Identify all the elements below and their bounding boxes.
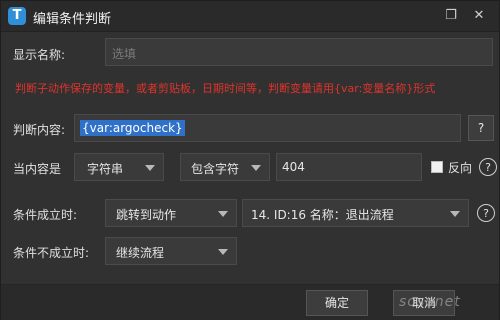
help-circle-icon[interactable]: ? bbox=[477, 204, 495, 222]
on-true-action-select[interactable]: 跳转到动作 bbox=[105, 199, 237, 227]
operator-select-value: 包含字符 bbox=[191, 162, 240, 176]
help-circle-icon[interactable]: ? bbox=[479, 158, 497, 176]
edit-condition-dialog: T 编辑条件判断 ❐ ✕ 显示名称: 选填 判断子动作保存的变量，或者剪贴板，日… bbox=[0, 0, 500, 320]
match-value: 404 bbox=[282, 160, 305, 174]
title-bar: T 编辑条件判断 ❐ ✕ bbox=[1, 1, 499, 32]
reverse-label: 反向 bbox=[448, 161, 473, 175]
on-true-target-value: 14. ID:16 名称：退出流程 bbox=[251, 208, 394, 222]
chevron-down-icon bbox=[145, 165, 155, 171]
display-name-input[interactable]: 选填 bbox=[105, 38, 493, 66]
type-select-value: 字符串 bbox=[87, 162, 124, 176]
close-icon[interactable]: ✕ bbox=[469, 6, 489, 26]
dialog-title: 编辑条件判断 bbox=[33, 12, 112, 27]
reverse-checkbox[interactable] bbox=[431, 161, 443, 173]
match-value-input[interactable]: 404 bbox=[276, 153, 422, 181]
ok-button[interactable]: 确定 bbox=[306, 290, 368, 316]
display-name-placeholder: 选填 bbox=[112, 47, 137, 61]
chevron-down-icon bbox=[218, 211, 228, 217]
chevron-down-icon bbox=[218, 249, 228, 255]
on-true-label: 条件成立时: bbox=[13, 208, 78, 222]
on-true-target-select[interactable]: 14. ID:16 名称：退出流程 bbox=[242, 199, 469, 227]
watermark: sosonet bbox=[399, 294, 461, 310]
when-content-label: 当内容是 bbox=[13, 162, 62, 176]
operator-select[interactable]: 包含字符 bbox=[180, 153, 270, 181]
display-name-label: 显示名称: bbox=[13, 48, 66, 62]
on-true-action-value: 跳转到动作 bbox=[116, 208, 177, 222]
chevron-down-icon bbox=[450, 211, 460, 217]
app-logo-icon: T bbox=[8, 7, 26, 25]
judge-content-value: {var:argocheck} bbox=[80, 120, 185, 136]
chevron-down-icon bbox=[251, 165, 261, 171]
judge-content-input[interactable]: {var:argocheck} bbox=[74, 114, 461, 142]
hint-text: 判断子动作保存的变量，或者剪贴板，日期时间等，判断变量请用{var:变量名称}形… bbox=[15, 82, 436, 95]
type-select[interactable]: 字符串 bbox=[74, 153, 164, 181]
on-false-action-select[interactable]: 继续流程 bbox=[105, 237, 237, 265]
on-false-label: 条件不成立时: bbox=[13, 246, 90, 260]
restore-icon[interactable]: ❐ bbox=[441, 6, 461, 26]
on-false-action-value: 继续流程 bbox=[116, 246, 165, 260]
judge-content-label: 判断内容: bbox=[13, 123, 66, 137]
variable-picker-button[interactable]: ? bbox=[468, 115, 494, 141]
